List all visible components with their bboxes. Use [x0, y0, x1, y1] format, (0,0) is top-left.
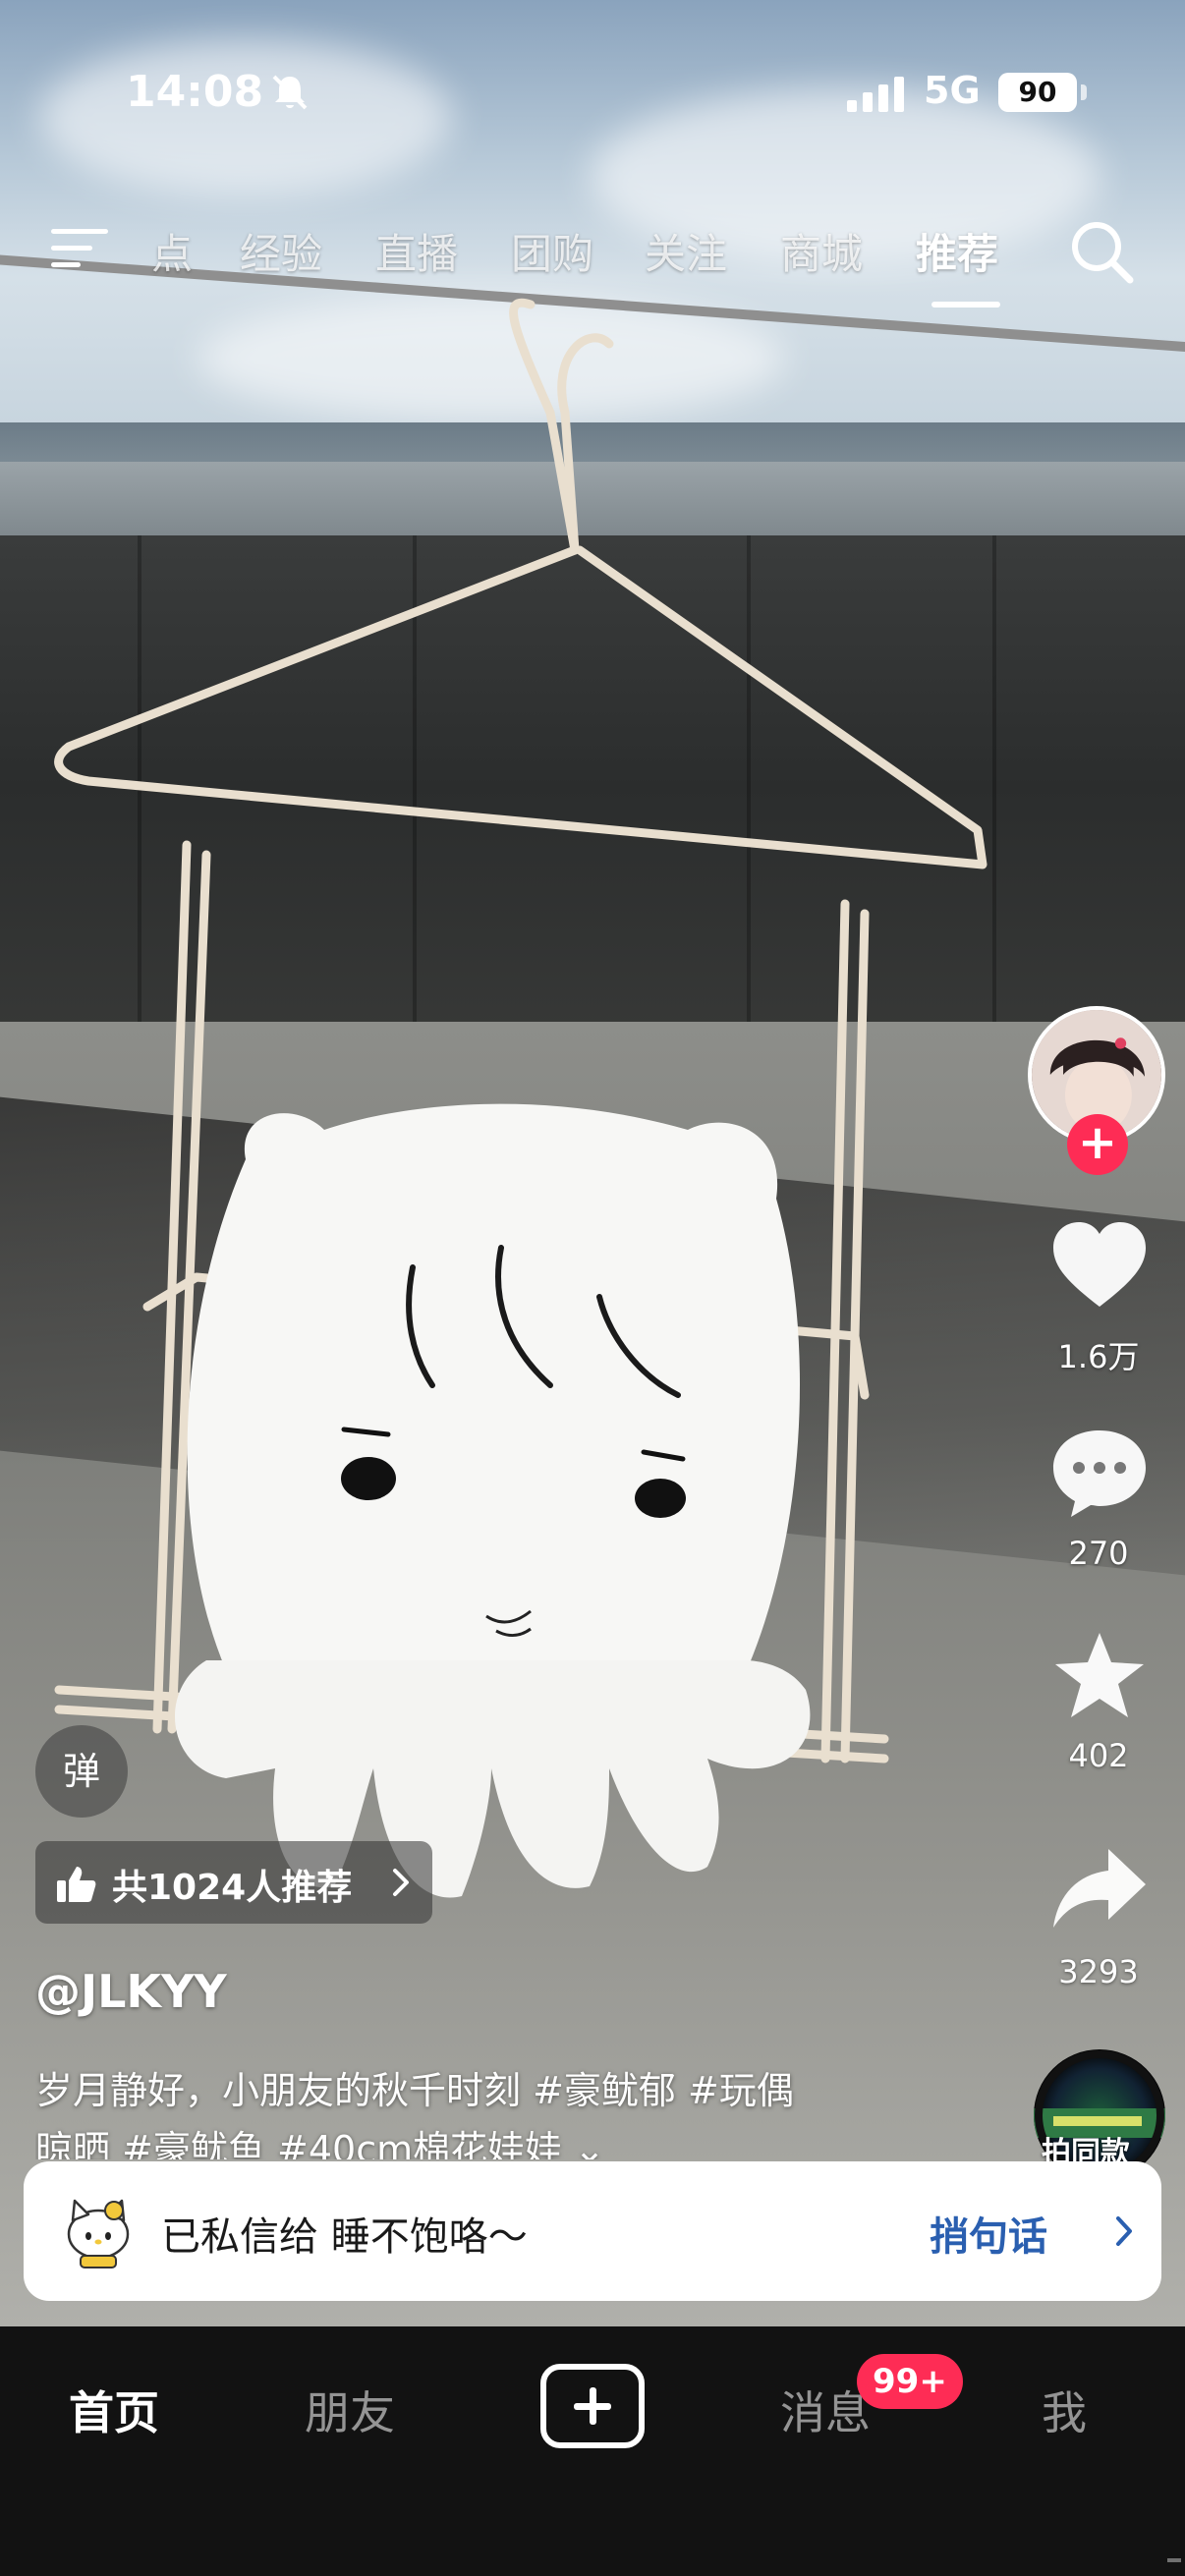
home-indicator [1167, 2558, 1181, 2562]
comment-bubble-icon[interactable] [1049, 1425, 1150, 1519]
cellular-signal-icon [847, 77, 904, 112]
danmaku-toggle-button[interactable]: 弹 [35, 1725, 128, 1818]
status-bar: 14:08 5G 90 [0, 59, 1185, 138]
tab-live[interactable]: 直播 [375, 221, 458, 281]
comment-count: 270 [1068, 1535, 1129, 1572]
network-type: 5G [924, 69, 981, 112]
hello-kitty-sticker-icon [67, 2199, 130, 2268]
tab-recommended[interactable]: 推荐 [916, 221, 998, 281]
recommend-pill[interactable]: 共1024人推荐 [35, 1841, 432, 1924]
battery-indicator: 90 [998, 73, 1077, 112]
messages-badge: 99+ [857, 2354, 963, 2409]
caption-line-2: 晾晒 #豪鱿鱼 #40cm棉花娃娃 ⌄ [35, 2128, 606, 2159]
recommend-count-text: 共1024人推荐 [112, 1868, 353, 1908]
favorite-star-icon[interactable] [1049, 1629, 1150, 1723]
like-heart-icon[interactable] [1049, 1218, 1150, 1313]
author-handle[interactable]: @JLKYY [35, 1965, 227, 2018]
caption-line-1: 岁月静好，小朋友的秋千时刻 #豪鱿郁 #玩偶 [35, 2069, 794, 2112]
status-time: 14:08 [126, 67, 264, 117]
toast-message: 已私信给 睡不饱咯～ [161, 2214, 528, 2260]
share-arrow-icon[interactable] [1049, 1843, 1150, 1937]
tab-home[interactable]: 首页 [69, 2378, 159, 2442]
menu-icon[interactable] [51, 225, 110, 272]
bottom-tab-bar: 首页 朋友 消息 99+ 我 [0, 2326, 1185, 2576]
search-icon[interactable] [1067, 217, 1138, 288]
video-caption[interactable]: 岁月静好，小朋友的秋千时刻 #豪鱿郁 #玩偶 晾晒 #豪鱿鱼 #40cm棉花娃娃… [35, 2061, 920, 2159]
tab-me[interactable]: 我 [1042, 2378, 1087, 2442]
chevron-right-icon [393, 1869, 409, 1896]
top-nav: 点 经验 直播 团购 关注 商城 推荐 [0, 211, 1185, 308]
battery-cap [1081, 84, 1087, 100]
tab-following[interactable]: 关注 [645, 221, 727, 281]
favorite-count: 402 [1068, 1737, 1129, 1774]
toast-reply-link[interactable]: 捎句话 [930, 2205, 1047, 2262]
active-tab-indicator [931, 302, 1000, 308]
mute-bell-icon [272, 75, 308, 110]
like-count: 1.6万 [1057, 1338, 1140, 1375]
tab-nearby[interactable]: 点 [151, 221, 193, 281]
follow-plus-button[interactable]: + [1067, 1114, 1128, 1175]
chevron-right-icon[interactable] [1110, 2212, 1140, 2250]
share-count: 3293 [1058, 1953, 1139, 1990]
tab-experience[interactable]: 经验 [240, 221, 322, 281]
plus-icon [574, 2387, 611, 2425]
share-sent-toast: 已私信给 睡不饱咯～ 捎句话 [24, 2161, 1161, 2301]
thumbs-up-icon [57, 1867, 96, 1902]
create-button[interactable] [540, 2364, 645, 2448]
tab-friends[interactable]: 朋友 [305, 2378, 395, 2442]
tab-group-buy[interactable]: 团购 [511, 221, 593, 281]
tab-mall[interactable]: 商城 [780, 221, 863, 281]
